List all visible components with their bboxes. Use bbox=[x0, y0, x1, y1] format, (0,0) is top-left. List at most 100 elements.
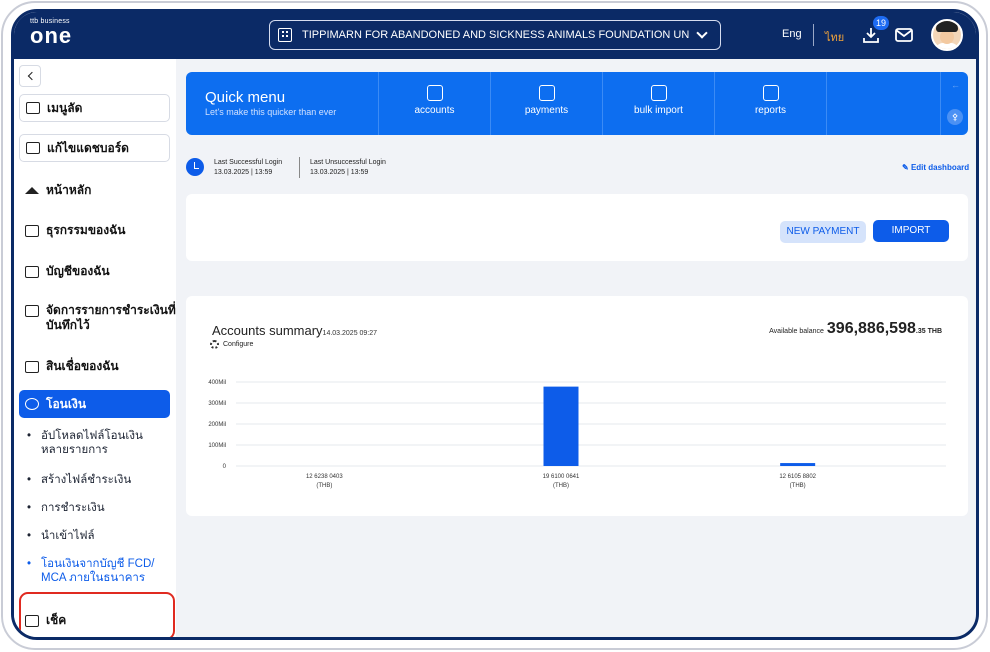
actions-panel: NEW PAYMENT IMPORT bbox=[186, 194, 968, 261]
quick-menu-label: bulk import bbox=[634, 105, 683, 116]
y-tick-label: 200Mil bbox=[208, 422, 226, 428]
subitem-fcd-mca-transfer[interactable]: โอนเงินจากบัญชี FCD/ MCA ภายในธนาคาร bbox=[27, 557, 155, 585]
edit-dashboard-label: Edit dashboard bbox=[910, 163, 970, 172]
subitem-label: นำเข้าไฟล์ bbox=[41, 530, 95, 542]
loan-icon bbox=[25, 360, 39, 373]
login-success-label: Last Successful Login bbox=[214, 159, 283, 166]
subitem-label: โอนเงินจากบัญชี FCD/ bbox=[41, 558, 155, 570]
organization-name: TIPPIMARN FOR ABANDONED AND SICKNESS ANI… bbox=[302, 29, 690, 41]
y-tick-label: 100Mil bbox=[208, 443, 226, 449]
subitem-payments[interactable]: การชำระเงิน bbox=[27, 501, 105, 515]
arrow-left-icon[interactable]: ← bbox=[951, 80, 960, 90]
ttb-logo[interactable]: ttb business one bbox=[30, 18, 73, 48]
edit-dashboard-link[interactable]: ✎ Edit dashboard bbox=[902, 163, 969, 172]
sidebar-item-label-line2: บันทึกไว้ bbox=[46, 318, 90, 332]
subitem-label: สร้างไฟล์ชำระเงิน bbox=[41, 474, 132, 486]
quick-menu-empty-slot bbox=[826, 72, 938, 135]
x-tick-label: 12 6105 8802 bbox=[779, 474, 816, 480]
sidebar-item-label: เช็ค bbox=[46, 613, 67, 627]
organization-selector[interactable]: TIPPIMARN FOR ABANDONED AND SICKNESS ANI… bbox=[269, 20, 721, 50]
edit-icon bbox=[26, 142, 40, 154]
quick-menu-title: Quick menu bbox=[205, 89, 286, 106]
quick-menu-side: ← ⚴ bbox=[940, 72, 968, 135]
bar bbox=[543, 386, 579, 466]
sidebar-item-label: โอนเงิน bbox=[46, 396, 87, 411]
sidebar-item-home[interactable]: หน้าหลัก bbox=[19, 181, 91, 200]
cheque-icon bbox=[25, 614, 39, 627]
sidebar-item-label: บัญชีของฉัน bbox=[46, 264, 110, 278]
x-tick-label: (THB) bbox=[790, 483, 806, 489]
collapse-sidebar-button[interactable] bbox=[19, 65, 41, 87]
sidebar: เมนูลัด แก้ไขแดชบอร์ด หน้าหลัก ธุรกรรมขอ… bbox=[14, 59, 176, 637]
sidebar-item-saved-payments[interactable]: จัดการรายการชำระเงินที่ บันทึกไว้ bbox=[19, 303, 176, 333]
subitem-upload-bulk-transfer[interactable]: อัปโหลดไฟล์โอนเงิน หลายรายการ bbox=[27, 429, 143, 457]
mail-icon[interactable] bbox=[895, 28, 913, 42]
quick-menu-subtitle: Let's make this quicker than ever bbox=[205, 107, 337, 117]
chevron-left-icon bbox=[27, 71, 36, 81]
login-divider bbox=[299, 157, 300, 178]
reports-icon bbox=[762, 85, 779, 101]
logo-big-text: one bbox=[30, 23, 73, 48]
x-tick-label: (THB) bbox=[553, 483, 569, 489]
sidebar-item-label: หน้าหลัก bbox=[46, 183, 92, 197]
y-tick-label: 0 bbox=[223, 464, 227, 470]
last-unsuccessful-login: Last Unsuccessful Login 13.03.2025 | 13:… bbox=[310, 158, 386, 178]
sidebar-item-transfer[interactable]: โอนเงิน bbox=[19, 390, 170, 418]
saved-payments-icon bbox=[25, 305, 39, 317]
last-successful-login: Last Successful Login 13.03.2025 | 13:59 bbox=[214, 158, 282, 178]
quick-menu-bulk-import[interactable]: bulk import bbox=[602, 72, 714, 135]
x-tick-label: 12 6238 0403 bbox=[306, 474, 343, 480]
x-tick-label: 19 6100 0641 bbox=[543, 474, 580, 480]
sidebar-item-my-accounts[interactable]: บัญชีของฉัน bbox=[19, 262, 110, 281]
sidebar-item-label: สินเชื่อของฉัน bbox=[46, 359, 119, 373]
sidebar-item-my-transactions[interactable]: ธุรกรรมของฉัน bbox=[19, 221, 125, 240]
briefcase-icon bbox=[25, 224, 39, 237]
login-success-time: 13.03.2025 | 13:59 bbox=[214, 169, 273, 176]
app-window: ttb business one TIPPIMARN FOR ABANDONED… bbox=[11, 9, 979, 640]
sidebar-item-label: ธุรกรรมของฉัน bbox=[46, 223, 126, 237]
chevron-down-icon bbox=[696, 27, 708, 39]
sidebar-item-label: เมนูลัด bbox=[47, 100, 83, 115]
subitem-create-payment-file[interactable]: สร้างไฟล์ชำระเงิน bbox=[27, 473, 132, 487]
y-tick-label: 300Mil bbox=[208, 401, 226, 407]
subitem-label: การชำระเงิน bbox=[41, 502, 105, 514]
quick-menu-label: payments bbox=[524, 105, 569, 116]
building-icon bbox=[278, 28, 292, 42]
subitem-label-line2: หลายรายการ bbox=[41, 444, 108, 456]
x-tick-label: (THB) bbox=[316, 483, 332, 489]
quick-menu-accounts[interactable]: accounts bbox=[378, 72, 490, 135]
sidebar-item-cheque[interactable]: เช็ค bbox=[19, 611, 66, 630]
accounts-bar-chart: 0 100Mil 200Mil 300Mil 400Mil 12 6238 0403 (TH… bbox=[208, 380, 946, 489]
wallet-icon bbox=[25, 265, 39, 278]
quick-menu-payments[interactable]: payments bbox=[490, 72, 602, 135]
new-payment-button[interactable]: NEW PAYMENT bbox=[780, 221, 866, 243]
accounts-icon bbox=[426, 85, 443, 101]
pencil-icon: ✎ bbox=[902, 163, 909, 172]
language-english[interactable]: Eng bbox=[782, 28, 802, 40]
quick-menu: Quick menu Let's make this quicker than … bbox=[186, 72, 968, 135]
bar bbox=[780, 463, 816, 466]
user-avatar[interactable] bbox=[931, 19, 963, 51]
sidebar-item-edit-dashboard[interactable]: แก้ไขแดชบอร์ด bbox=[19, 134, 170, 162]
payments-icon bbox=[538, 85, 555, 101]
quick-menu-label: accounts bbox=[414, 105, 455, 116]
y-tick-label: 400Mil bbox=[208, 380, 226, 386]
home-icon bbox=[25, 187, 39, 194]
shortcut-icon bbox=[26, 102, 40, 114]
login-fail-label: Last Unsuccessful Login bbox=[310, 159, 386, 166]
quick-menu-reports[interactable]: reports bbox=[714, 72, 826, 135]
key-icon[interactable]: ⚴ bbox=[947, 109, 963, 125]
transfer-icon bbox=[25, 398, 39, 410]
quick-menu-label: reports bbox=[754, 105, 787, 116]
sidebar-item-my-loans[interactable]: สินเชื่อของฉัน bbox=[19, 357, 119, 376]
subitem-import-file[interactable]: นำเข้าไฟล์ bbox=[27, 529, 95, 543]
language-thai[interactable]: ไทย bbox=[825, 28, 844, 46]
accounts-summary-panel: Accounts summary14.03.2025 09:27 Configu… bbox=[186, 296, 968, 516]
import-button[interactable]: IMPORT bbox=[873, 220, 949, 242]
download-count-badge: 19 bbox=[873, 16, 890, 30]
bulk-import-icon bbox=[650, 85, 667, 101]
sidebar-item-label: จัดการรายการชำระเงินที่ bbox=[46, 303, 176, 317]
sidebar-item-shortcut-menu[interactable]: เมนูลัด bbox=[19, 94, 170, 122]
subitem-label-line2: MCA ภายในธนาคาร bbox=[41, 572, 146, 584]
sidebar-item-label: แก้ไขแดชบอร์ด bbox=[47, 140, 129, 155]
